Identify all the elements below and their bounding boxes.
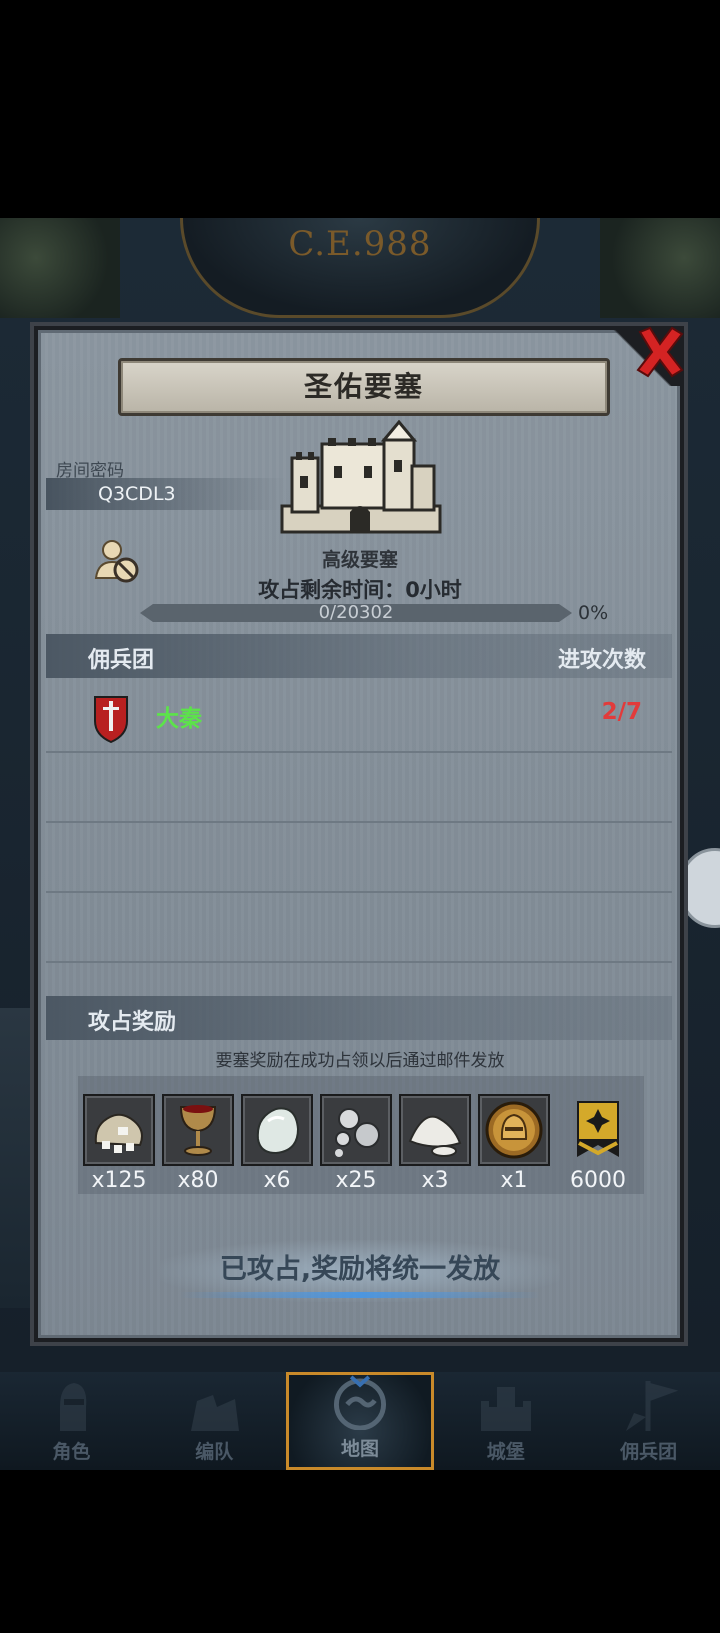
mercenary-header: 佣兵团 <box>88 648 155 673</box>
rewards-note: 要塞奖励在成功占领以后通过邮件发放 <box>215 1051 505 1071</box>
list-item-empty <box>46 823 672 893</box>
reward-qty: x3 <box>421 1168 449 1193</box>
reward-item[interactable]: 6000 <box>562 1094 634 1193</box>
close-icon <box>636 326 684 378</box>
claim-button-label: 已攻占,奖励将统一发放 <box>219 1254 501 1285</box>
attack-count-header: 进攻次数 <box>557 648 646 673</box>
reward-qty: x125 <box>91 1168 147 1193</box>
nav-castle[interactable]: 城堡 <box>434 1372 577 1470</box>
nav-map[interactable]: 地图 <box>285 1372 435 1470</box>
year-label: C.E.988 <box>288 224 432 264</box>
mercenary-icon <box>625 1381 678 1431</box>
reward-item[interactable]: x25 <box>320 1094 392 1193</box>
rank-banner-icon <box>577 1101 619 1157</box>
list-item-empty <box>46 753 672 823</box>
time-label: 攻占剩余时间： <box>258 578 406 602</box>
knight-icon <box>60 1383 87 1431</box>
golden-helmet-icon <box>485 1101 543 1159</box>
silver-pearls-icon <box>335 1108 380 1157</box>
salt-bag-icon <box>94 1113 143 1153</box>
white-gem-icon <box>256 1107 300 1155</box>
map-icon <box>333 1375 387 1430</box>
shield-sword-icon <box>94 696 128 743</box>
nav-mercenary[interactable]: 佣兵团 <box>577 1372 720 1470</box>
time-value: 0小时 <box>405 578 462 602</box>
button-glow <box>180 1292 540 1298</box>
mercenary-name: 大秦 <box>156 706 202 732</box>
reward-qty: x80 <box>177 1168 219 1193</box>
side-expand-tab[interactable] <box>680 848 720 928</box>
reward-qty: x25 <box>335 1168 377 1193</box>
reward-item[interactable]: x125 <box>83 1094 155 1193</box>
fortress-type: 高级要塞 <box>321 549 398 571</box>
squad-icon <box>191 1395 240 1431</box>
mercenary-row[interactable]: 大秦 2/7 <box>46 683 672 753</box>
capture-time-remaining: 攻占剩余时间：0小时 <box>0 574 720 604</box>
fortress-icon <box>280 420 442 534</box>
close-button[interactable] <box>634 324 686 380</box>
reward-item[interactable]: x3 <box>399 1094 471 1193</box>
reward-qty: 6000 <box>570 1168 626 1193</box>
castle-icon <box>480 1387 531 1431</box>
dialog-title: 圣佑要塞 <box>303 370 424 403</box>
reward-qty: x1 <box>500 1168 528 1193</box>
goblet-icon <box>179 1105 217 1156</box>
reward-item[interactable]: x6 <box>241 1094 313 1193</box>
reward-item[interactable]: x80 <box>162 1094 234 1193</box>
attack-count: 2/7 <box>601 699 642 725</box>
nav-formation[interactable]: 编队 <box>143 1372 286 1470</box>
mercenary-section-header: 佣兵团 进攻次数 <box>46 634 672 678</box>
progress-percent: 0% <box>578 602 609 624</box>
room-code-value: Q3CDL3 <box>98 483 176 505</box>
nav-role[interactable]: 角色 <box>0 1372 143 1470</box>
list-item-empty <box>46 893 672 963</box>
progress-text: 0/20302 <box>318 602 394 623</box>
dialog-title-banner: 圣佑要塞 <box>118 358 610 416</box>
white-powder-icon <box>408 1115 462 1157</box>
bottom-nav: 角色 编队 地图 城堡 佣兵团 <box>0 1372 720 1470</box>
rewards-header: 攻占奖励 <box>88 1010 177 1035</box>
rewards-section-header: 攻占奖励 <box>46 996 672 1040</box>
reward-item[interactable]: x1 <box>478 1094 550 1193</box>
reward-qty: x6 <box>263 1168 291 1193</box>
